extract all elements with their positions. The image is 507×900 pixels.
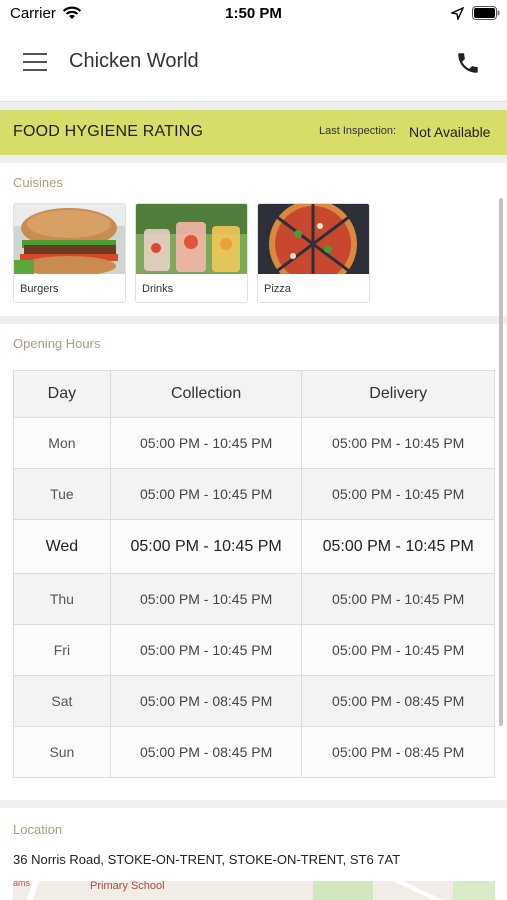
row-day: Wed	[13, 519, 111, 574]
table-row-today: Wed 05:00 PM - 10:45 PM 05:00 PM - 10:45…	[13, 519, 495, 574]
row-delivery: 05:00 PM - 10:45 PM	[301, 417, 495, 469]
row-collection: 05:00 PM - 10:45 PM	[109, 519, 303, 574]
cuisine-card-burgers[interactable]: Burgers	[13, 203, 126, 303]
battery-icon	[472, 6, 500, 20]
table-row: Thu 05:00 PM - 10:45 PM 05:00 PM - 10:45…	[13, 573, 495, 625]
pizza-image	[258, 204, 369, 274]
page-title: Chicken World	[69, 50, 199, 72]
location-label: Location	[13, 822, 63, 837]
inspection-value: Not Available	[409, 124, 491, 140]
hygiene-title: FOOD HYGIENE RATING	[13, 123, 204, 140]
status-bar: Carrier 1:50 PM	[0, 0, 507, 30]
table-row: Sun 05:00 PM - 08:45 PM 05:00 PM - 08:45…	[13, 726, 495, 778]
header-day: Day	[13, 370, 111, 418]
opening-hours-table: Day Collection Delivery Mon 05:00 PM - 1…	[13, 370, 495, 778]
row-collection: 05:00 PM - 10:45 PM	[109, 624, 303, 676]
row-day: Tue	[13, 468, 111, 520]
burger-image	[14, 204, 125, 274]
menu-icon[interactable]	[23, 53, 47, 71]
hygiene-rating-bar: FOOD HYGIENE RATING Last Inspection: Not…	[0, 110, 507, 155]
row-day: Fri	[13, 624, 111, 676]
opening-hours-label: Opening Hours	[13, 336, 101, 351]
row-delivery: 05:00 PM - 08:45 PM	[301, 675, 495, 727]
map-label: Primary School	[90, 881, 165, 892]
inspection-label: Last Inspection:	[319, 125, 397, 137]
opening-hours-section: Opening Hours Day Collection Delivery Mo…	[0, 324, 507, 800]
cuisine-name: Burgers	[20, 283, 59, 295]
map-label-left: ams	[13, 881, 31, 888]
row-delivery: 05:00 PM - 10:45 PM	[301, 573, 495, 625]
header-collection: Collection	[109, 370, 303, 418]
table-row: Fri 05:00 PM - 10:45 PM 05:00 PM - 10:45…	[13, 624, 495, 676]
row-collection: 05:00 PM - 08:45 PM	[109, 726, 303, 778]
table-header-row: Day Collection Delivery	[13, 370, 495, 418]
cuisine-name: Pizza	[264, 283, 291, 295]
row-day: Mon	[13, 417, 111, 469]
cuisines-section: Cuisines Burgers Drinks Pizza	[0, 163, 507, 316]
header-delivery: Delivery	[301, 370, 495, 418]
location-arrow-icon	[451, 7, 464, 20]
cuisines-label: Cuisines	[13, 175, 63, 190]
row-delivery: 05:00 PM - 10:45 PM	[301, 519, 495, 574]
table-row: Mon 05:00 PM - 10:45 PM 05:00 PM - 10:45…	[13, 417, 495, 469]
cuisine-card-pizza[interactable]: Pizza	[257, 203, 370, 303]
scrollbar[interactable]	[499, 198, 503, 726]
table-row: Sat 05:00 PM - 08:45 PM 05:00 PM - 08:45…	[13, 675, 495, 727]
app-header: Chicken World	[0, 30, 507, 102]
row-collection: 05:00 PM - 10:45 PM	[109, 573, 303, 625]
phone-icon[interactable]	[455, 50, 481, 76]
row-delivery: 05:00 PM - 08:45 PM	[301, 726, 495, 778]
row-delivery: 05:00 PM - 10:45 PM	[301, 468, 495, 520]
location-section: Location 36 Norris Road, STOKE-ON-TRENT,…	[0, 808, 507, 900]
row-delivery: 05:00 PM - 10:45 PM	[301, 624, 495, 676]
status-time: 1:50 PM	[225, 5, 282, 22]
row-collection: 05:00 PM - 08:45 PM	[109, 675, 303, 727]
location-map[interactable]: ams Primary School	[13, 881, 495, 900]
cuisine-name: Drinks	[142, 283, 174, 295]
row-day: Sat	[13, 675, 111, 727]
address-text: 36 Norris Road, STOKE-ON-TRENT, STOKE-ON…	[13, 852, 401, 867]
row-collection: 05:00 PM - 10:45 PM	[109, 468, 303, 520]
row-day: Thu	[13, 573, 111, 625]
cuisine-card-drinks[interactable]: Drinks	[135, 203, 248, 303]
row-day: Sun	[13, 726, 111, 778]
table-row: Tue 05:00 PM - 10:45 PM 05:00 PM - 10:45…	[13, 468, 495, 520]
row-collection: 05:00 PM - 10:45 PM	[109, 417, 303, 469]
drinks-image	[136, 204, 247, 274]
